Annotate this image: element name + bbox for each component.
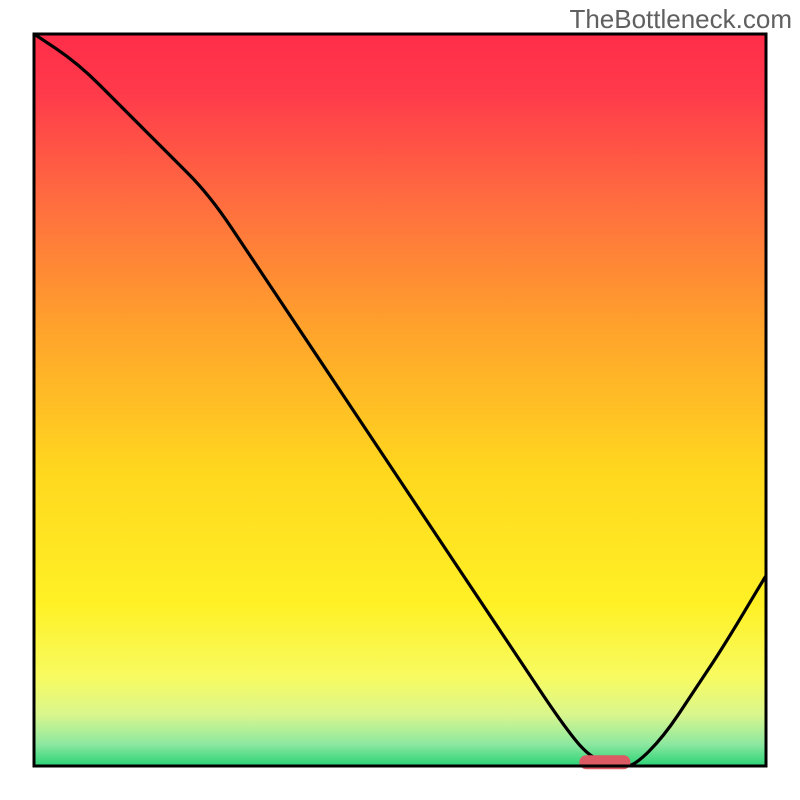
gradient-background [34, 34, 766, 766]
chart-canvas [0, 0, 800, 800]
watermark-text: TheBottleneck.com [569, 4, 792, 35]
